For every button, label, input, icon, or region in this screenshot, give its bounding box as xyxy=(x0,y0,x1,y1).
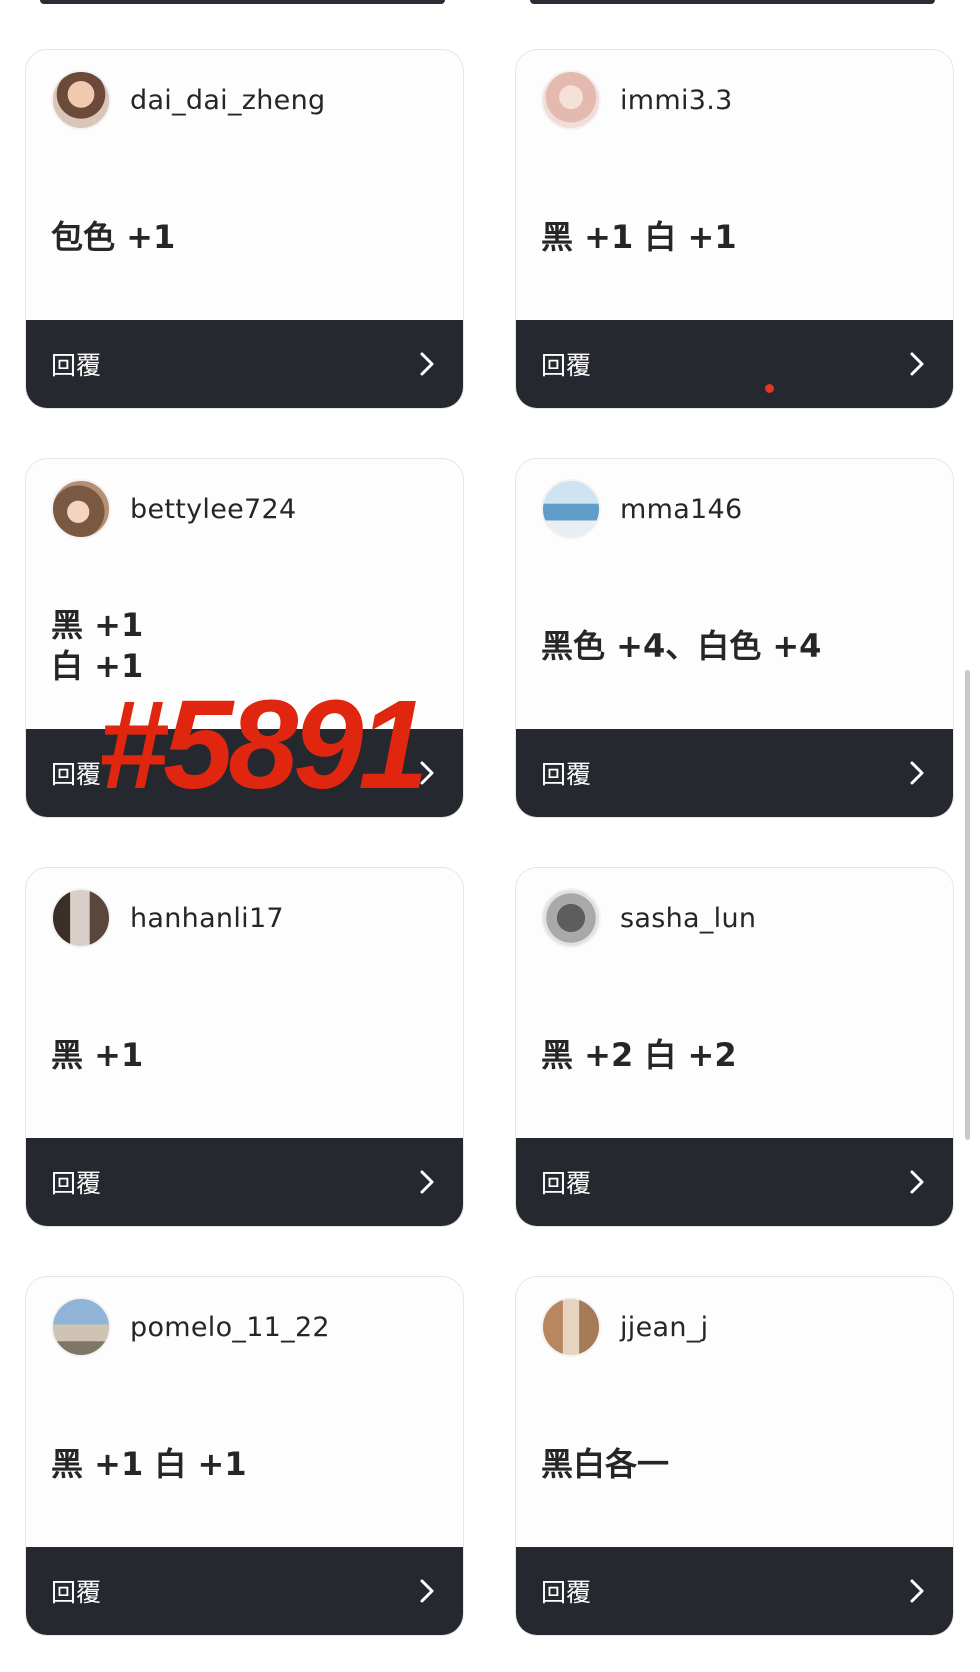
chevron-right-icon xyxy=(910,352,924,376)
chevron-right-icon xyxy=(910,1579,924,1603)
comment-text: 黑 +1 白 +1 xyxy=(541,217,737,256)
reply-button[interactable]: 回覆 xyxy=(516,1547,953,1635)
card-header: jjean_j xyxy=(541,1297,708,1357)
avatar[interactable] xyxy=(541,479,601,539)
avatar[interactable] xyxy=(541,1297,601,1357)
username[interactable]: immi3.3 xyxy=(620,85,733,116)
comment-card: immi3.3 黑 +1 白 +1 回覆 xyxy=(515,49,954,409)
card-header: bettylee724 xyxy=(51,479,296,539)
avatar[interactable] xyxy=(51,479,111,539)
comment-text: 黑色 +4、白色 +4 xyxy=(541,626,822,665)
reply-label: 回覆 xyxy=(51,1169,102,1198)
comment-text: 黑 +1 白 +1 xyxy=(51,606,144,685)
card-header: immi3.3 xyxy=(541,70,733,130)
username[interactable]: jjean_j xyxy=(620,1312,708,1343)
card-header: sasha_lun xyxy=(541,888,756,948)
chevron-right-icon xyxy=(420,761,434,785)
card-header: mma146 xyxy=(541,479,742,539)
reply-button[interactable]: 回覆 xyxy=(26,729,463,817)
notification-dot xyxy=(765,384,774,393)
reply-label: 回覆 xyxy=(541,760,592,789)
reply-label: 回覆 xyxy=(541,1578,592,1607)
avatar[interactable] xyxy=(541,888,601,948)
chevron-right-icon xyxy=(420,1170,434,1194)
reply-label: 回覆 xyxy=(541,1169,592,1198)
reply-button[interactable]: 回覆 xyxy=(26,1547,463,1635)
avatar[interactable] xyxy=(541,70,601,130)
avatar[interactable] xyxy=(51,70,111,130)
chevron-right-icon xyxy=(910,761,924,785)
reply-button[interactable]: 回覆 xyxy=(516,729,953,817)
comment-text: 黑 +2 白 +2 xyxy=(541,1035,737,1074)
card-header: hanhanli17 xyxy=(51,888,284,948)
chevron-right-icon xyxy=(910,1170,924,1194)
comment-card: bettylee724 黑 +1 白 +1 回覆 xyxy=(25,458,464,818)
reply-label: 回覆 xyxy=(51,351,102,380)
comment-text: 包色 +1 xyxy=(51,217,176,256)
username[interactable]: dai_dai_zheng xyxy=(130,85,325,116)
reply-button[interactable]: 回覆 xyxy=(516,1138,953,1226)
username[interactable]: mma146 xyxy=(620,494,742,525)
username[interactable]: hanhanli17 xyxy=(130,903,284,934)
card-header: pomelo_11_22 xyxy=(51,1297,330,1357)
reply-label: 回覆 xyxy=(51,760,102,789)
comment-card: mma146 黑色 +4、白色 +4 回覆 xyxy=(515,458,954,818)
comment-card: dai_dai_zheng 包色 +1 回覆 xyxy=(25,49,464,409)
reply-label: 回覆 xyxy=(541,351,592,380)
scrollbar[interactable] xyxy=(965,670,970,1140)
username[interactable]: bettylee724 xyxy=(130,494,296,525)
reply-button[interactable]: 回覆 xyxy=(516,320,953,408)
comment-text: 黑 +1 xyxy=(51,1035,144,1074)
comment-text: 黑白各一 xyxy=(541,1444,670,1483)
previous-card-edge-left xyxy=(40,0,445,4)
reply-label: 回覆 xyxy=(51,1578,102,1607)
comment-card: pomelo_11_22 黑 +1 白 +1 回覆 xyxy=(25,1276,464,1636)
previous-card-edge-right xyxy=(530,0,935,4)
card-header: dai_dai_zheng xyxy=(51,70,325,130)
comment-text: 黑 +1 白 +1 xyxy=(51,1444,247,1483)
comment-card: jjean_j 黑白各一 回覆 xyxy=(515,1276,954,1636)
comment-card: sasha_lun 黑 +2 白 +2 回覆 xyxy=(515,867,954,1227)
username[interactable]: sasha_lun xyxy=(620,903,756,934)
chevron-right-icon xyxy=(420,1579,434,1603)
reply-button[interactable]: 回覆 xyxy=(26,320,463,408)
reply-button[interactable]: 回覆 xyxy=(26,1138,463,1226)
avatar[interactable] xyxy=(51,888,111,948)
avatar[interactable] xyxy=(51,1297,111,1357)
chevron-right-icon xyxy=(420,352,434,376)
comment-grid: dai_dai_zheng 包色 +1 回覆 immi3.3 黑 +1 白 +1… xyxy=(25,49,955,1636)
comment-card: hanhanli17 黑 +1 回覆 xyxy=(25,867,464,1227)
username[interactable]: pomelo_11_22 xyxy=(130,1312,330,1343)
